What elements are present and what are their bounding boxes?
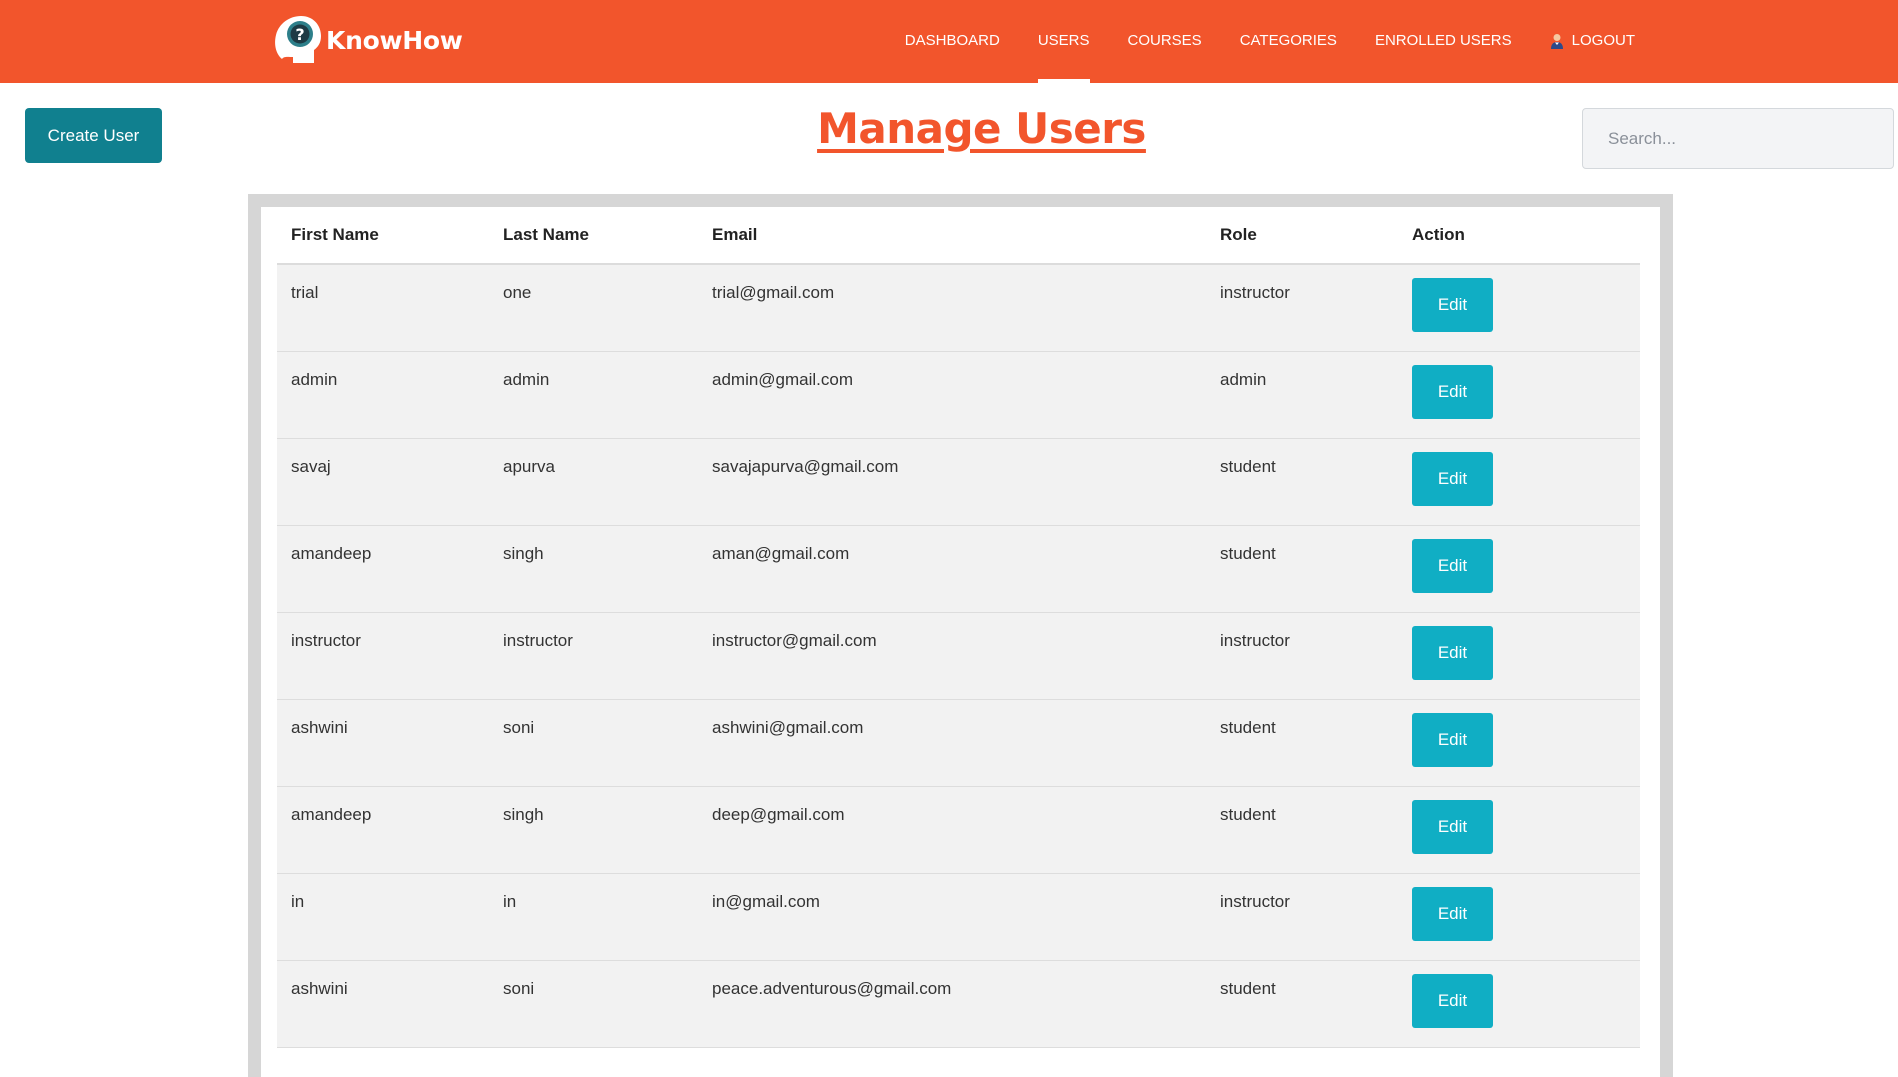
cell-first-name: ashwini	[291, 717, 348, 737]
edit-button[interactable]: Edit	[1412, 712, 1493, 767]
nav-enrolled-users[interactable]: ENROLLED USERS	[1375, 0, 1512, 83]
cell-first-name: savaj	[291, 456, 331, 476]
cell-first-name: trial	[291, 283, 319, 302]
cell-email: instructor@gmail.com	[712, 630, 877, 650]
edit-button[interactable]: Edit	[1412, 886, 1493, 941]
person-icon	[1550, 33, 1563, 49]
cell-first-name: amandeep	[291, 543, 372, 563]
cell-role: instructor	[1220, 283, 1290, 302]
brand-logo-link[interactable]: ? KnowHow	[273, 12, 463, 68]
cell-last-name: soni	[503, 717, 535, 737]
cell-last-name: apurva	[503, 456, 555, 476]
svg-text:?: ?	[295, 25, 304, 44]
table-row: instructor instructor instructor@gmail.c…	[277, 612, 1640, 699]
cell-action: Edit	[1398, 699, 1640, 786]
nav-dashboard[interactable]: DASHBOARD	[905, 0, 1000, 83]
table-row: savaj apurva savajapurva@gmail.com stude…	[277, 438, 1640, 525]
brand-name: KnowHow	[326, 25, 463, 55]
cell-action: Edit	[1398, 438, 1640, 525]
cell-email: peace.adventurous@gmail.com	[712, 978, 952, 998]
users-table-container: First Name Last Name Email Role Action t…	[261, 207, 1660, 1077]
edit-button[interactable]: Edit	[1412, 364, 1493, 419]
cell-role: student	[1220, 543, 1276, 563]
cell-role: admin	[1220, 369, 1267, 389]
cell-action: Edit	[1398, 612, 1640, 699]
column-header-action: Action	[1398, 207, 1640, 265]
cell-first-name: amandeep	[291, 804, 372, 824]
nav-courses[interactable]: COURSES	[1128, 0, 1202, 83]
column-header-email: Email	[698, 207, 1206, 265]
cell-email: trial@gmail.com	[712, 283, 835, 302]
cell-email: in@gmail.com	[712, 891, 820, 911]
column-header-last-name: Last Name	[489, 207, 698, 265]
edit-button[interactable]: Edit	[1412, 973, 1493, 1028]
cell-action: Edit	[1398, 264, 1640, 351]
cell-first-name: ashwini	[291, 978, 348, 998]
cell-first-name: in	[291, 891, 305, 911]
cell-email: savajapurva@gmail.com	[712, 456, 899, 476]
cell-last-name: singh	[503, 804, 544, 824]
edit-button[interactable]: Edit	[1412, 538, 1493, 593]
cell-last-name: singh	[503, 543, 544, 563]
users-table: First Name Last Name Email Role Action t…	[277, 207, 1640, 1048]
cell-action: Edit	[1398, 525, 1640, 612]
head-question-icon: ?	[275, 16, 321, 63]
cell-last-name: instructor	[503, 630, 573, 650]
cell-action: Edit	[1398, 351, 1640, 438]
cell-role: student	[1220, 717, 1276, 737]
table-row: in in in@gmail.com instructor Edit	[277, 873, 1640, 960]
main-nav: DASHBOARD USERS COURSES CATEGORIES ENROL…	[867, 0, 1635, 83]
cell-role: student	[1220, 456, 1276, 476]
cell-last-name: admin	[503, 369, 550, 389]
search-input[interactable]	[1582, 108, 1894, 169]
users-table-panel: First Name Last Name Email Role Action t…	[248, 194, 1673, 1077]
edit-button[interactable]: Edit	[1412, 451, 1493, 506]
cell-first-name: admin	[291, 369, 338, 389]
cell-action: Edit	[1398, 873, 1640, 960]
cell-action: Edit	[1398, 786, 1640, 873]
cell-last-name: in	[503, 891, 517, 911]
table-row: ashwini soni peace.adventurous@gmail.com…	[277, 960, 1640, 1047]
cell-role: instructor	[1220, 630, 1290, 650]
edit-button[interactable]: Edit	[1412, 278, 1493, 332]
edit-button[interactable]: Edit	[1412, 799, 1493, 854]
nav-users[interactable]: USERS	[1037, 0, 1090, 83]
top-navbar: ? KnowHow DASHBOARD USERS COURSES CATEGO…	[0, 0, 1898, 83]
table-header-row: First Name Last Name Email Role Action	[277, 207, 1640, 265]
nav-logout[interactable]: LOGOUT	[1550, 0, 1635, 83]
table-row: ashwini soni ashwini@gmail.com student E…	[277, 699, 1640, 786]
cell-email: aman@gmail.com	[712, 543, 850, 563]
cell-email: ashwini@gmail.com	[712, 717, 864, 737]
nav-categories[interactable]: CATEGORIES	[1240, 0, 1337, 83]
table-row: amandeep singh aman@gmail.com student Ed…	[277, 525, 1640, 612]
cell-last-name: soni	[503, 978, 535, 998]
table-row: amandeep singh deep@gmail.com student Ed…	[277, 786, 1640, 873]
cell-last-name: one	[503, 283, 532, 302]
cell-email: admin@gmail.com	[712, 369, 854, 389]
cell-role: student	[1220, 804, 1276, 824]
table-row: trial one trial@gmail.com instructor Edi…	[277, 264, 1640, 351]
cell-first-name: instructor	[291, 630, 361, 650]
edit-button[interactable]: Edit	[1412, 625, 1493, 680]
column-header-first-name: First Name	[277, 207, 489, 265]
column-header-role: Role	[1206, 207, 1398, 265]
cell-email: deep@gmail.com	[712, 804, 845, 824]
cell-action: Edit	[1398, 960, 1640, 1047]
cell-role: instructor	[1220, 891, 1290, 911]
logout-label: LOGOUT	[1571, 32, 1635, 49]
table-row: admin admin admin@gmail.com admin Edit	[277, 351, 1640, 438]
cell-role: student	[1220, 978, 1276, 998]
